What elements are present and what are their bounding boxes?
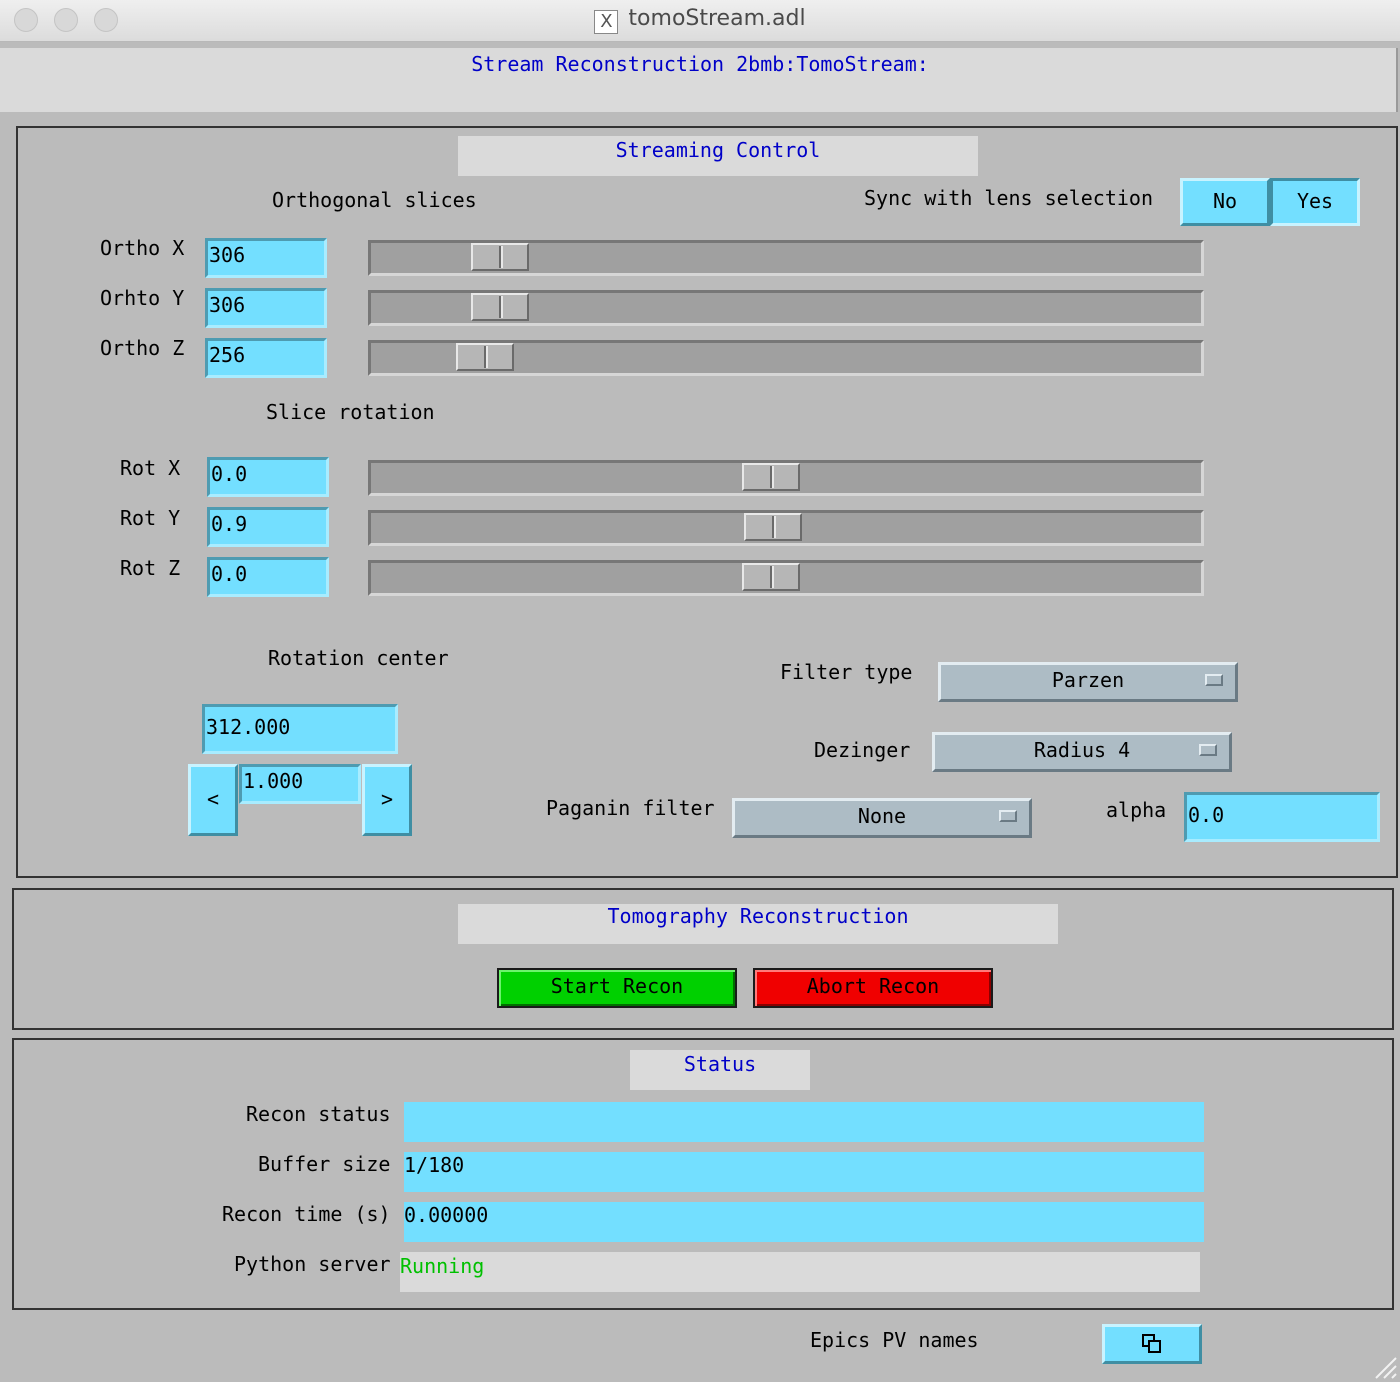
filter-type-menu[interactable]: Parzen	[938, 662, 1238, 702]
epics-pv-names-button[interactable]	[1102, 1324, 1202, 1364]
epics-pv-names-label: Epics PV names	[810, 1328, 979, 1352]
sync-no-button[interactable]: No	[1180, 178, 1270, 226]
dezinger-menu[interactable]: Radius 4	[932, 732, 1232, 772]
recon-status-value	[404, 1102, 1204, 1142]
filter-type-value: Parzen	[1051, 668, 1125, 692]
rot-x-slider-thumb[interactable]	[742, 463, 800, 491]
ortho-y-input[interactable]: 306	[205, 288, 327, 328]
rot-x-slider[interactable]	[368, 460, 1204, 496]
recon-time-label: Recon time (s)	[222, 1202, 391, 1226]
recon-time-value: 0.00000	[404, 1202, 1204, 1242]
dezinger-value: Radius 4	[1033, 738, 1131, 762]
rotation-center-input[interactable]: 312.000	[202, 704, 398, 754]
python-server-status: Running	[400, 1252, 1200, 1292]
rot-y-label: Rot Y	[120, 506, 181, 530]
orthogonal-slices-heading: Orthogonal slices	[272, 188, 477, 212]
menu-indicator-icon	[1199, 744, 1217, 756]
rot-y-input[interactable]: 0.9	[207, 507, 329, 547]
resize-grip-icon[interactable]	[1372, 1356, 1398, 1380]
paganin-filter-label: Paganin filter	[546, 796, 715, 820]
rot-x-input[interactable]: 0.0	[207, 457, 329, 497]
ortho-y-label: Orhto Y	[100, 286, 185, 310]
start-recon-button[interactable]: Start Recon	[497, 968, 737, 1008]
rot-z-label: Rot Z	[120, 556, 181, 580]
rot-z-slider-thumb[interactable]	[742, 563, 800, 591]
ortho-y-slider-thumb[interactable]	[471, 293, 529, 321]
rotation-center-heading: Rotation center	[268, 646, 449, 670]
buffer-size-value: 1/180	[404, 1152, 1204, 1192]
rot-z-slider[interactable]	[368, 560, 1204, 596]
ortho-z-input[interactable]: 256	[205, 338, 327, 378]
ortho-z-label: Ortho Z	[100, 336, 185, 360]
sync-lens-label: Sync with lens selection	[864, 186, 1153, 210]
ortho-z-slider-thumb[interactable]	[456, 343, 514, 371]
menu-indicator-icon	[1205, 674, 1223, 686]
rot-y-slider[interactable]	[368, 510, 1204, 546]
filter-type-label: Filter type	[780, 660, 913, 684]
buffer-size-label: Buffer size	[258, 1152, 391, 1176]
paganin-filter-value: None	[857, 804, 907, 828]
tomography-recon-title: Tomography Reconstruction	[458, 904, 1058, 944]
menu-indicator-icon	[999, 810, 1017, 822]
ortho-z-slider[interactable]	[368, 340, 1204, 376]
ortho-y-slider[interactable]	[368, 290, 1204, 326]
center-decrement-button[interactable]: <	[188, 764, 238, 836]
center-increment-button[interactable]: >	[362, 764, 412, 836]
rot-z-input[interactable]: 0.0	[207, 557, 329, 597]
sync-yes-button[interactable]: Yes	[1270, 178, 1360, 226]
abort-recon-button[interactable]: Abort Recon	[753, 968, 993, 1008]
paganin-filter-menu[interactable]: None	[732, 798, 1032, 838]
streaming-control-title: Streaming Control	[458, 136, 978, 176]
alpha-input[interactable]: 0.0	[1184, 792, 1380, 842]
rot-x-label: Rot X	[120, 456, 181, 480]
ortho-x-label: Ortho X	[100, 236, 185, 260]
center-step-input[interactable]: 1.000	[239, 764, 361, 804]
alpha-label: alpha	[1106, 798, 1167, 822]
ortho-x-slider-thumb[interactable]	[471, 243, 529, 271]
slice-rotation-heading: Slice rotation	[266, 400, 435, 424]
page-title: Stream Reconstruction 2bmb:TomoStream:	[471, 52, 929, 76]
x11-icon: X	[594, 10, 619, 34]
window-title: XtomoStream.adl	[0, 6, 1400, 34]
recon-status-label: Recon status	[246, 1102, 391, 1126]
related-display-icon	[1142, 1334, 1161, 1353]
python-server-label: Python server	[234, 1252, 391, 1276]
ortho-x-slider[interactable]	[368, 240, 1204, 276]
ortho-x-input[interactable]: 306	[205, 238, 327, 278]
dezinger-label: Dezinger	[814, 738, 911, 762]
window-title-text: tomoStream.adl	[628, 6, 806, 31]
status-title: Status	[630, 1050, 810, 1090]
rot-y-slider-thumb[interactable]	[744, 513, 802, 541]
